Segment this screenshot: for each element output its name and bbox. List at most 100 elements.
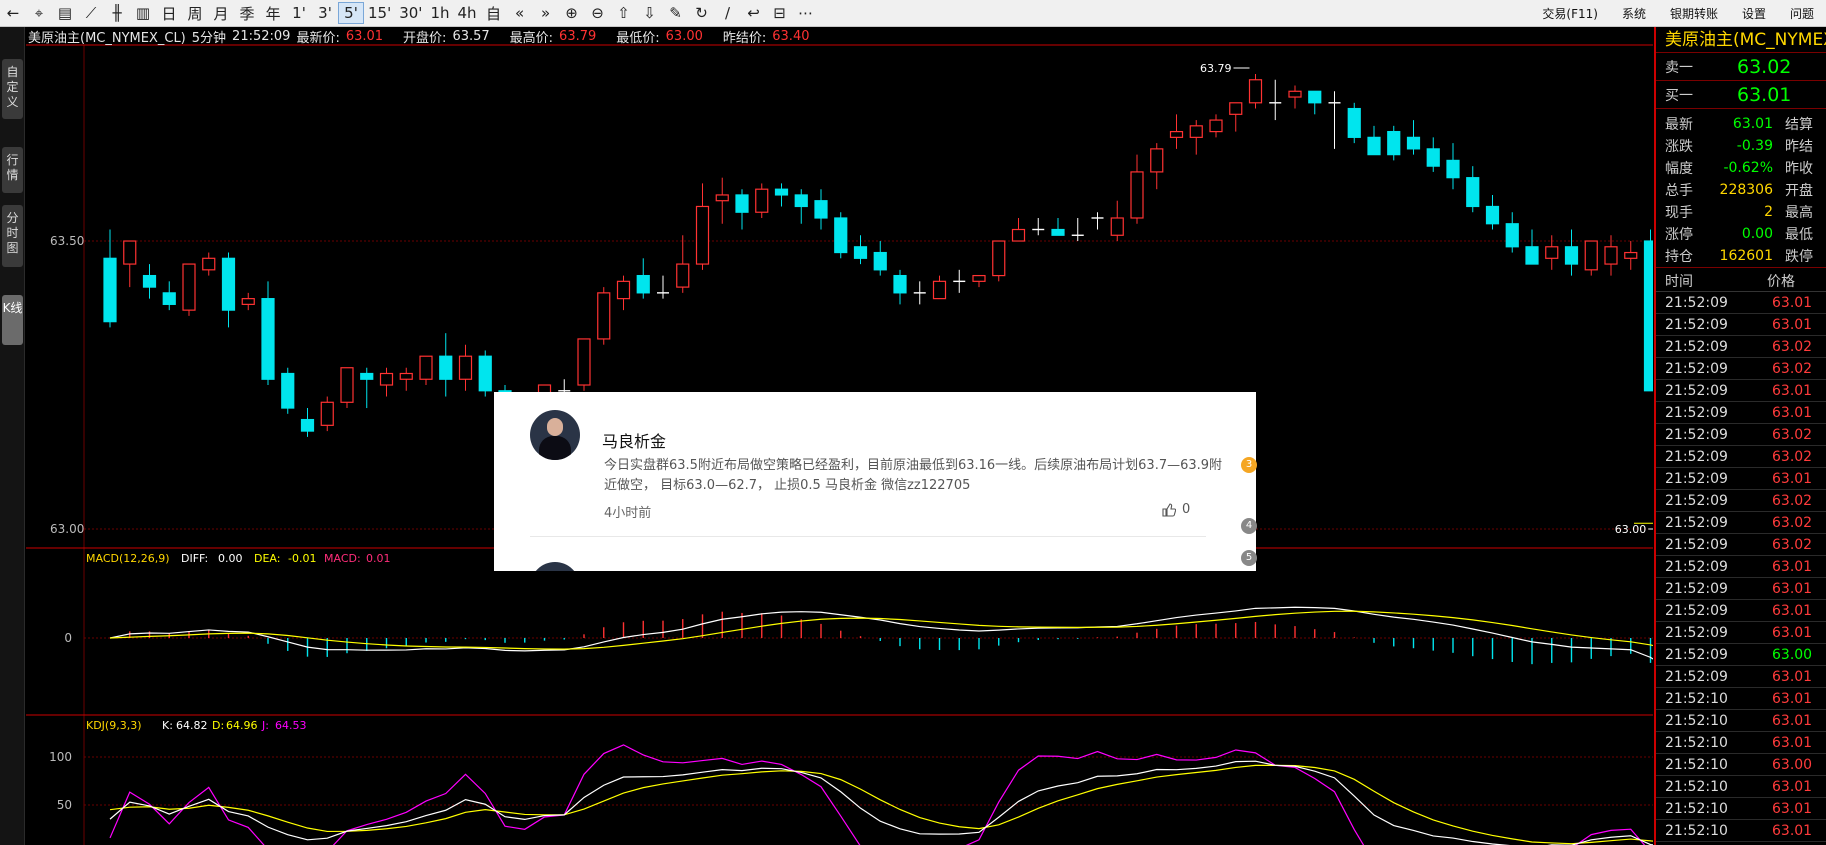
symbol-name: 美原油主(MC_NYMEX_CL): [28, 30, 186, 46]
tick-price: 63.01: [1772, 734, 1813, 751]
bid-row[interactable]: 买一 63.01: [1656, 81, 1826, 109]
line-chart-icon[interactable]: ⟋: [78, 2, 104, 24]
scroll-left-icon[interactable]: «: [507, 2, 533, 24]
candle-body: [202, 257, 216, 271]
tick-row: 21:52:10 63.01: [1656, 776, 1826, 798]
zoom-out-icon[interactable]: ⊖: [585, 2, 611, 24]
tick-chart-icon[interactable]: ▥: [130, 2, 156, 24]
badge-3[interactable]: 3: [1241, 457, 1257, 473]
candle-body: [162, 292, 176, 305]
author-name[interactable]: 马良析金: [602, 428, 666, 452]
macd-diff-value: 0.00: [218, 552, 243, 565]
period-1min-button[interactable]: 1': [286, 2, 312, 24]
sidebar-tab-custom[interactable]: 自定义: [2, 59, 23, 119]
candle-body: [182, 263, 196, 311]
candle-body: [932, 280, 947, 300]
stat-label-right: 跌停: [1785, 249, 1813, 265]
period-3min-button[interactable]: 3': [312, 2, 338, 24]
candle: [340, 367, 354, 409]
tick-time: 21:52:10: [1665, 778, 1728, 795]
candle: [1643, 229, 1653, 392]
candle-body: [992, 240, 1006, 277]
menu-item-3[interactable]: 设置: [1730, 5, 1778, 22]
tick-list[interactable]: 21:52:09 63.01 21:52:09 63.01 21:52:09 63.02 2…: [1656, 292, 1826, 845]
menu-item-0[interactable]: 交易(F11): [1530, 5, 1610, 22]
tick-row: 21:52:10 63.01: [1656, 732, 1826, 754]
ask-row[interactable]: 卖一 63.02: [1656, 53, 1826, 81]
zoom-in-icon[interactable]: ⊕: [559, 2, 585, 24]
latest-price-value: 63.01: [345, 28, 384, 44]
period-1h-button[interactable]: 1h: [426, 2, 453, 24]
candle-body: [1426, 148, 1440, 167]
tick-row: 21:52:09 63.01: [1656, 556, 1826, 578]
tick-price: 63.01: [1772, 558, 1813, 575]
more-icon[interactable]: ⋯: [793, 2, 819, 24]
kdj-100-label: 100: [49, 750, 72, 764]
quote-stats: 最新 63.01 结算 涨跌 -0.39 昨结 幅度 -0.62% 昨收 总手 228306 开盘 现手…: [1656, 109, 1826, 268]
candle-body: [1150, 148, 1164, 173]
up-arrow-icon[interactable]: ⇧: [611, 2, 637, 24]
period-month-button[interactable]: 月: [208, 2, 234, 24]
candle: [478, 350, 492, 397]
candlestick-icon[interactable]: ╫: [104, 2, 130, 24]
tick-row: 21:52:10 63.01: [1656, 710, 1826, 732]
candle-body: [1248, 79, 1263, 104]
badge-4[interactable]: 4: [1241, 518, 1257, 534]
latest-price-label: 最新价:: [296, 30, 340, 46]
period-15min-button[interactable]: 15': [364, 2, 395, 24]
tick-row: 21:52:10 63.00: [1656, 754, 1826, 776]
period-week-button[interactable]: 周: [182, 2, 208, 24]
indicator-icon[interactable]: ⊟: [767, 2, 793, 24]
candle-body: [1466, 177, 1480, 208]
down-arrow-icon[interactable]: ⇩: [637, 2, 663, 24]
period-quarter-button[interactable]: 季: [234, 2, 260, 24]
crosshair-icon[interactable]: ⌖: [26, 2, 52, 24]
candle-body: [873, 251, 887, 271]
next-author-avatar[interactable]: [530, 562, 580, 571]
tick-price: 63.02: [1772, 338, 1813, 355]
period-5min-button[interactable]: 5': [338, 2, 364, 24]
tick-price: 63.01: [1772, 294, 1813, 311]
author-avatar[interactable]: [530, 410, 580, 460]
kdj-title: KDJ(9,3,3): [86, 719, 142, 732]
tick-time: 21:52:09: [1665, 646, 1728, 663]
quote-panel: 美原油主(MC_NYMEX_CL) 卖一 63.02 买一 63.01 最新 63…: [1654, 27, 1826, 845]
menu-item-2[interactable]: 银期转账: [1658, 5, 1730, 22]
badge-5[interactable]: 5: [1241, 550, 1257, 566]
period-4h-button[interactable]: 4h: [454, 2, 481, 24]
kdj-k-label: K:: [162, 719, 173, 732]
refresh-icon[interactable]: ↻: [689, 2, 715, 24]
tick-price: 63.01: [1772, 712, 1813, 729]
tick-price: 63.02: [1772, 360, 1813, 377]
back-icon[interactable]: ←: [0, 2, 26, 24]
candle: [1248, 74, 1263, 109]
like-button[interactable]: 0: [1162, 502, 1190, 517]
candle-body: [1446, 159, 1460, 179]
ask-price: 63.02: [1737, 55, 1792, 78]
tick-price: 63.01: [1772, 580, 1813, 597]
period-year-button[interactable]: 年: [260, 2, 286, 24]
low-price-value: 63.00: [665, 28, 703, 44]
line-tool-icon[interactable]: ∕: [715, 2, 741, 24]
menu-item-1[interactable]: 系统: [1610, 5, 1658, 22]
menu-item-4[interactable]: 问题: [1778, 5, 1826, 22]
calculator-icon[interactable]: ▤: [52, 2, 78, 24]
period-custom-button[interactable]: 自: [481, 2, 507, 24]
undo-icon[interactable]: ↩: [741, 2, 767, 24]
sidebar-tab-kline[interactable]: K线: [2, 295, 23, 345]
sidebar-tab-timeshare[interactable]: 分时图: [2, 205, 23, 267]
news-popup[interactable]: 马良析金 今日实盘群63.5附近布局做空策略已经盈利，目前原油最低到63.16一…: [494, 392, 1256, 571]
quote-title: 美原油主(MC_NYMEX_CL): [1656, 27, 1826, 53]
candle-body: [300, 418, 315, 432]
candle-body: [853, 246, 868, 259]
scroll-right-icon[interactable]: »: [533, 2, 559, 24]
tick-price: 63.01: [1772, 690, 1813, 707]
sidebar-tab-quotes[interactable]: 行情: [2, 147, 23, 193]
period-30min-button[interactable]: 30': [395, 2, 426, 24]
period-day-button[interactable]: 日: [156, 2, 182, 24]
candle-body: [1308, 90, 1322, 104]
ask-label: 卖一: [1665, 59, 1693, 76]
candle-body: [439, 355, 453, 380]
tick-price: 63.01: [1772, 602, 1813, 619]
draw-icon[interactable]: ✎: [663, 2, 689, 24]
